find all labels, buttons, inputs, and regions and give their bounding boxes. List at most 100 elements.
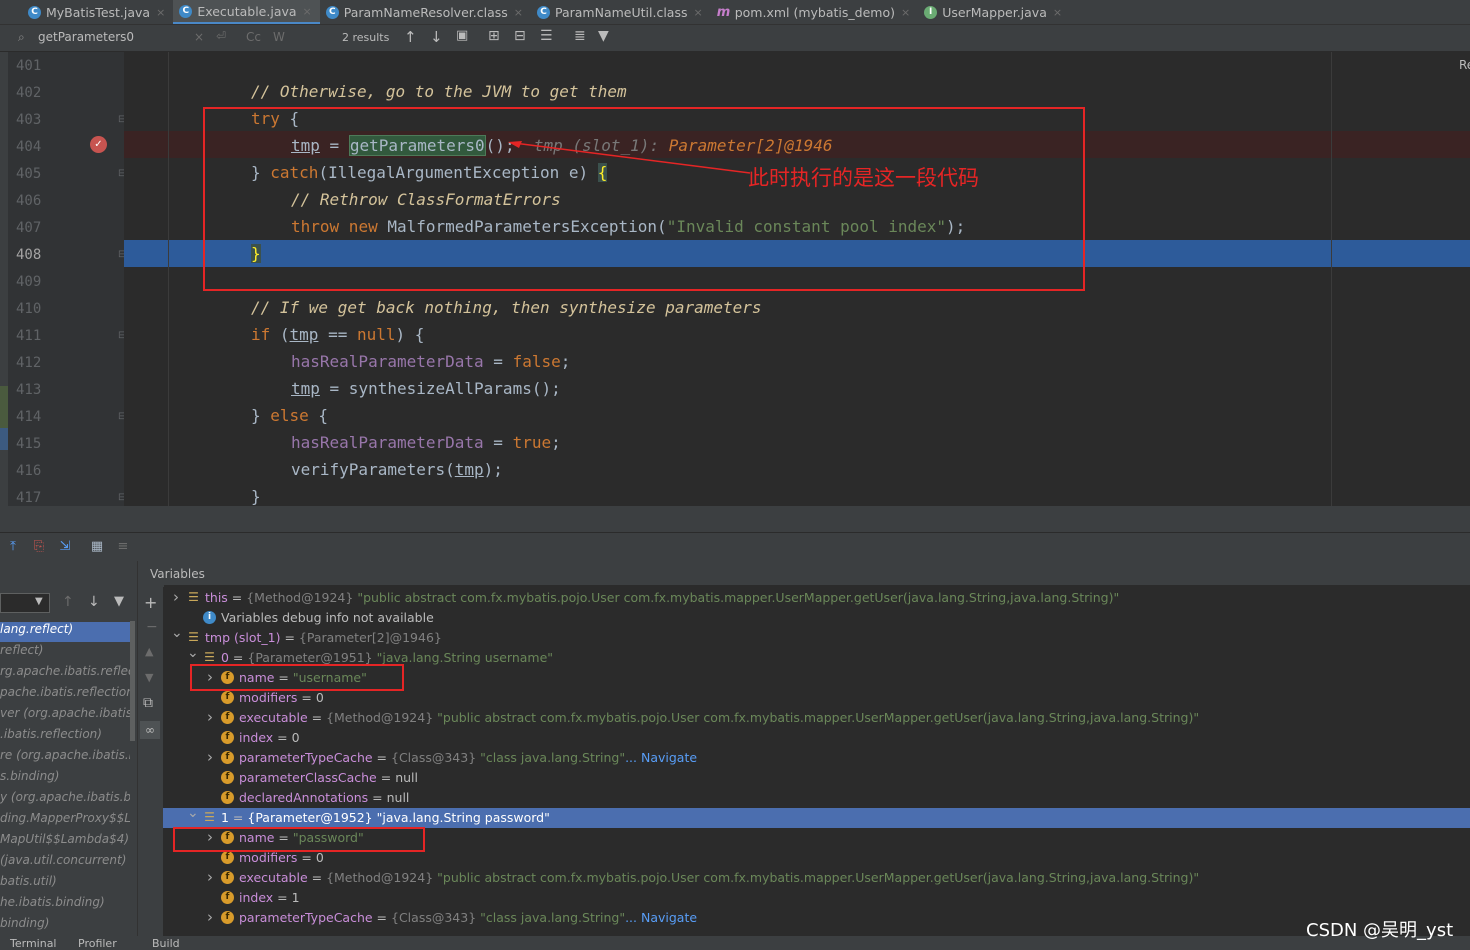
variable-row[interactable]: ⌄ ☰ tmp (slot_1) = {Parameter[2]@1946} [163,625,1470,648]
tab-mybatistest[interactable]: C MyBatisTest.java × [22,0,173,24]
variable-row[interactable]: › ☰ this = {Method@1924} "public abstract … [163,588,1470,608]
code-text: = [483,433,513,452]
add-watch-icon[interactable]: + [144,593,157,612]
run-to-cursor-icon[interactable]: ⇲ [58,540,72,554]
select-all-icon[interactable]: ▣ [456,28,468,43]
variable-row[interactable]: f index = 0 [163,728,1470,748]
stack-frame[interactable]: he.ibatis.binding) [0,895,130,915]
settings-icon[interactable]: ≡ [116,540,130,554]
navigate-link[interactable]: ... Navigate [625,750,697,765]
stack-frame[interactable]: re (org.apache.ibatis.bi [0,748,130,768]
whole-words-toggle[interactable]: W [273,30,285,44]
variable-name: declaredAnnotations [239,790,369,805]
stack-frame[interactable]: y (org.apache.ibatis.bin [0,790,130,810]
tab-pom-xml[interactable]: m pom.xml (mybatis_demo) × [711,0,918,24]
variable-name: executable [239,710,308,725]
stack-frame[interactable]: reflect) [0,643,130,663]
arrow-down-icon[interactable]: ↓ [430,28,443,46]
chevron-right-icon[interactable]: › [205,908,215,926]
tab-executable[interactable]: C Executable.java × [173,0,320,24]
variable-row[interactable]: › f executable = {Method@1924} "public abs… [163,708,1470,728]
variable: tmp [454,460,484,479]
object-reference: {Method@1924} [246,590,354,605]
stack-frame[interactable]: pache.ibatis.reflection) [0,685,130,705]
variable-row[interactable]: f declaredAnnotations = null [163,788,1470,808]
stack-frame[interactable]: MapUtil$$Lambda$4) [0,832,130,852]
breakpoint-icon[interactable]: ✓ [90,136,107,153]
stack-frame[interactable]: ver (org.apache.ibatis.re [0,706,130,726]
chevron-down-icon[interactable]: ⌄ [171,625,183,641]
filter-icon[interactable]: ▼ [598,28,609,44]
variable-text: this = {Method@1924} "public abstract co… [205,590,1119,605]
filter-options-icon[interactable]: ≣ [574,28,586,44]
move-up-icon[interactable]: ▲ [145,645,153,658]
close-icon[interactable]: × [1053,6,1062,19]
chevron-down-icon[interactable]: ⌄ [187,645,199,661]
match-case-toggle[interactable]: Cc [246,30,261,44]
tab-paramnameutil[interactable]: C ParamNameUtil.class × [531,0,711,24]
stack-frame[interactable]: rg.apache.ibatis.reflectio [0,664,130,684]
terminal-tab[interactable]: Terminal [10,937,57,950]
find-input[interactable]: getParameters0 [38,30,134,44]
arrow-up-icon[interactable]: ↑ [62,594,74,610]
variable-row[interactable]: i Variables debug info not available [163,608,1470,628]
select-all-occurrences-icon[interactable]: ☰ [540,28,553,44]
code-text: = synthesizeAllParams(); [319,379,561,398]
chevron-right-icon[interactable]: › [205,868,215,886]
close-icon[interactable]: × [901,6,910,19]
thread-select[interactable]: ▼ [0,593,50,613]
object-reference: {Parameter[2]@1946} [298,630,442,645]
variable-row[interactable]: › f executable = {Method@1924} "public abs… [163,868,1470,888]
variable-row[interactable]: f parameterClassCache = null [163,768,1470,788]
equals-sign: = [307,870,327,885]
build-tab[interactable]: Build [152,937,180,950]
variable-value: "public abstract com.fx.mybatis.pojo.Use… [353,590,1120,605]
close-icon[interactable]: × [694,6,703,19]
evaluate-icon[interactable]: ▦ [90,540,104,554]
editor-gutter: 401 402 403 404 405 406 407 408 409 410 411 412 413 4… [0,52,126,506]
chevron-right-icon[interactable]: › [205,708,215,726]
clear-search-icon[interactable]: × [194,30,204,44]
close-icon[interactable]: × [514,6,523,19]
step-out-icon[interactable]: ⤒ [6,540,20,554]
arrow-up-icon[interactable]: ↑ [404,28,417,46]
chevron-right-icon[interactable]: › [205,748,215,766]
add-occurrence-icon[interactable]: ⊞ [488,28,500,44]
equals-sign: = [228,810,248,825]
chevron-down-icon[interactable]: ⌄ [187,805,199,821]
object-reference: {Method@1924} [326,870,434,885]
stack-frame[interactable]: lang.reflect) [0,622,130,642]
drop-frame-icon[interactable]: ⎘ [32,540,46,554]
copy-icon[interactable]: ⧉ [143,695,153,711]
variable-row[interactable]: f modifiers = 0 [163,688,1470,708]
remove-occurrence-icon[interactable]: ⊟ [514,28,526,44]
show-watches-icon[interactable]: ∞ [140,721,160,739]
arrow-down-icon[interactable]: ↓ [88,594,100,610]
stack-frame[interactable]: binding) [0,916,130,936]
tab-usermapper[interactable]: I UserMapper.java × [918,0,1070,24]
stack-frame[interactable]: batis.util) [0,874,130,894]
variables-title: Variables [150,567,205,581]
new-line-icon[interactable]: ⏎ [216,29,226,43]
navigate-link[interactable]: ... Navigate [625,910,697,925]
tab-paramnameresolver[interactable]: C ParamNameResolver.class × [320,0,531,24]
variable-row[interactable]: › f parameterTypeCache = {Class@343} "clas… [163,748,1470,768]
stack-frame[interactable]: (java.util.concurrent) [0,853,130,873]
equals-sign: = [273,730,292,745]
filter-icon[interactable]: ▼ [114,594,124,609]
stack-frame[interactable]: s.binding) [0,769,130,789]
stack-frame[interactable]: .ibatis.reflection) [0,727,130,747]
chevron-right-icon[interactable]: › [171,588,181,606]
close-icon[interactable]: × [156,6,165,19]
variable-row[interactable]: ⌄ ☰ 1 = {Parameter@1952} "java.lang.String… [163,805,1470,828]
close-icon[interactable]: × [303,5,312,18]
variables-tree[interactable]: › ☰ this = {Method@1924} "public abstract … [163,587,1470,936]
scrollbar[interactable] [130,621,135,741]
stack-frame[interactable]: ding.MapperProxy$$Lam [0,811,130,831]
profiler-tab[interactable]: Profiler [78,937,117,950]
remove-watch-icon[interactable]: − [146,619,158,635]
move-down-icon[interactable]: ▼ [145,671,153,684]
right-margin [1331,52,1332,506]
variable-row[interactable]: › f parameterTypeCache = {Class@343} "clas… [163,908,1470,928]
variable-row[interactable]: f index = 1 [163,888,1470,908]
